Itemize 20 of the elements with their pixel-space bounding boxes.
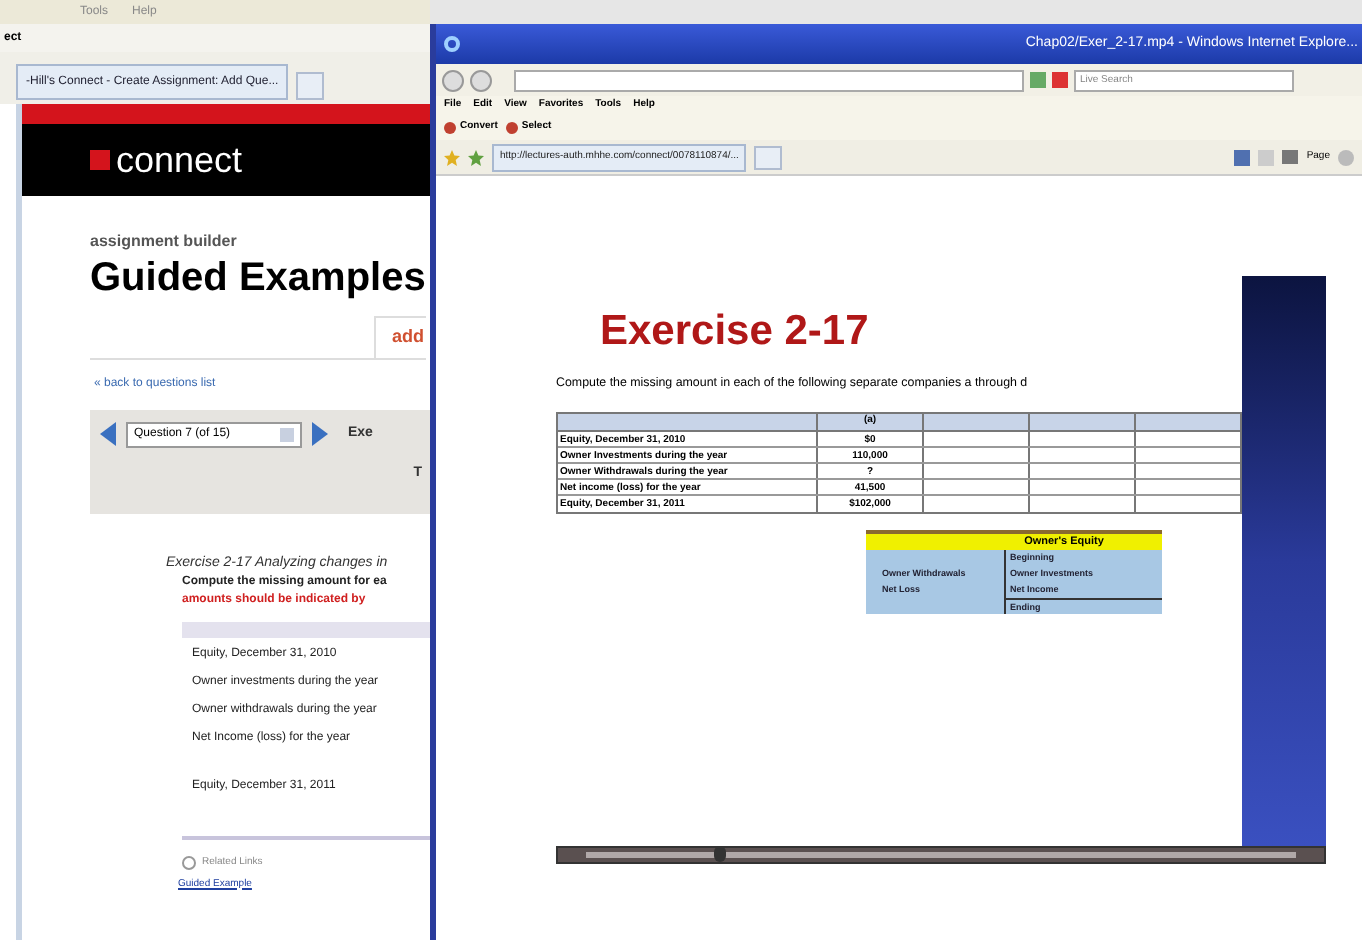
seek-bar[interactable]	[556, 846, 1326, 864]
section-tab[interactable]: add	[373, 316, 426, 357]
page-subtitle: assignment builder	[90, 230, 239, 254]
logo-icon	[90, 150, 110, 170]
slide-title: Exercise 2-17	[600, 310, 871, 352]
select-icon	[505, 122, 518, 134]
page-title: Guided Examples	[90, 254, 428, 304]
logo: connect	[116, 142, 243, 178]
favorites-star-icon[interactable]	[444, 149, 460, 165]
browser-logo-icon	[444, 36, 460, 52]
next-arrow-icon[interactable]	[312, 422, 328, 446]
address-field[interactable]	[514, 69, 1024, 91]
expand-icon[interactable]	[182, 856, 196, 871]
add-favorite-icon[interactable]	[468, 149, 484, 165]
new-tab-button[interactable]	[754, 145, 783, 169]
back-button[interactable]	[442, 69, 464, 91]
new-tab-button[interactable]	[296, 72, 325, 100]
convert-icon	[444, 122, 456, 134]
seek-thumb[interactable]	[714, 846, 727, 862]
forward-button[interactable]	[470, 69, 492, 91]
